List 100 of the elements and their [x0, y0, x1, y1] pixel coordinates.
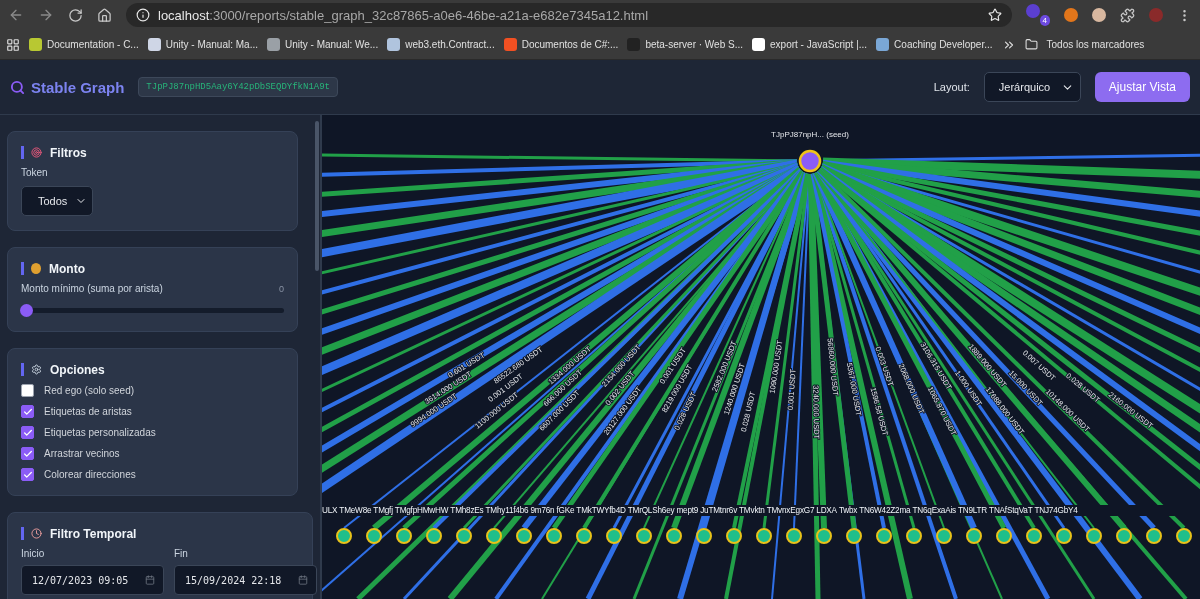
- graph-node[interactable]: [1146, 528, 1162, 544]
- node-label: TMgfj: [373, 506, 393, 515]
- graph-node[interactable]: [1056, 528, 1072, 544]
- extension-badge: 4: [1039, 15, 1050, 26]
- graph-node[interactable]: [816, 528, 832, 544]
- field-label: Monto mínimo (suma por arista): [21, 283, 163, 294]
- end-date-field[interactable]: 15/09/2024 22:18: [174, 565, 317, 595]
- graph-node[interactable]: [876, 528, 892, 544]
- node-label: TMrQLSh6ey: [627, 506, 675, 515]
- graph-node[interactable]: [966, 528, 982, 544]
- address-bar[interactable]: localhost:3000/reports/stable_graph_32c87865-a0e6-46be-a21a-e682e7345a12.html: [126, 3, 1012, 27]
- checkbox-label: Arrastrar vecinos: [44, 448, 120, 459]
- app-title: Stable Graph: [31, 78, 125, 96]
- info-icon: [136, 8, 150, 22]
- node-label: fGKe: [556, 506, 575, 515]
- graph-node[interactable]: [546, 528, 562, 544]
- node-label: TNJ74GbY4: [1034, 506, 1078, 515]
- graph-node[interactable]: [996, 528, 1012, 544]
- field-label: Inicio: [21, 548, 46, 559]
- graph-node[interactable]: [846, 528, 862, 544]
- node-label: mept9: [676, 506, 699, 515]
- layout-select[interactable]: Jerárquico: [983, 72, 1081, 102]
- node-label: TMh8zEs: [450, 506, 484, 515]
- token-select[interactable]: Todos: [21, 186, 93, 216]
- graph-node[interactable]: [726, 528, 742, 544]
- graph-node[interactable]: [336, 528, 352, 544]
- node-label: TN6qExaAis: [912, 506, 956, 515]
- graph-node[interactable]: [906, 528, 922, 544]
- bookmark[interactable]: export - JavaScript |...: [752, 38, 868, 51]
- graph-node[interactable]: [396, 528, 412, 544]
- folder-icon: [1024, 38, 1038, 51]
- star-icon: [988, 8, 1002, 22]
- all-bookmarks[interactable]: Todos los marcadores: [1046, 39, 1145, 50]
- clock-icon: [31, 528, 42, 539]
- graph-node[interactable]: [756, 528, 772, 544]
- bookmark[interactable]: Coaching Developer...: [876, 38, 993, 51]
- field-label: Token: [21, 167, 49, 178]
- bookmark[interactable]: Unity - Manual: Ma...: [147, 38, 258, 51]
- checkbox-label: Etiquetas personalizadas: [44, 427, 156, 438]
- url-text: localhost:3000/reports/stable_graph_32c87865-a0e6-46be-a21a-e682e7345a12.html: [158, 7, 649, 23]
- graph-node[interactable]: [606, 528, 622, 544]
- node-label: TMvktn: [739, 506, 765, 515]
- bookmark[interactable]: web3.eth.Contract...: [387, 38, 495, 51]
- graph-node[interactable]: [456, 528, 472, 544]
- node-label: LDXA: [816, 506, 837, 515]
- node-label: TMkTWYfb4D: [576, 506, 626, 515]
- panel-title: Opciones: [50, 362, 105, 377]
- graph-node[interactable]: [786, 528, 802, 544]
- slider-thumb[interactable]: [20, 304, 33, 317]
- checkbox-label: Colorear direcciones: [44, 469, 136, 480]
- checkbox[interactable]: [21, 384, 34, 397]
- search-icon: [10, 79, 25, 95]
- seed-label: TJpPJ87npH... (seed): [771, 130, 849, 139]
- node-label: TMeW8e: [339, 506, 372, 515]
- checkbox[interactable]: [21, 447, 34, 460]
- bookmark[interactable]: beta-server · Web S...: [627, 38, 744, 51]
- graph-node[interactable]: [1086, 528, 1102, 544]
- graph-node[interactable]: [1026, 528, 1042, 544]
- node-label: TMgfpHMwHW: [394, 506, 449, 515]
- target-icon: [31, 147, 42, 158]
- node-label: TN9LTR: [957, 506, 988, 515]
- bookmark[interactable]: Unity - Manual: We...: [267, 38, 379, 51]
- puzzle-icon: [1120, 7, 1135, 23]
- bookmark[interactable]: Documentation - C...: [29, 38, 139, 51]
- seed-node[interactable]: [798, 149, 822, 173]
- fit-view-button[interactable]: Ajustar Vista: [1094, 72, 1190, 102]
- graph-node[interactable]: [516, 528, 532, 544]
- apps-icon: [6, 37, 20, 52]
- panel-title: Filtros: [50, 145, 87, 160]
- graph-node[interactable]: [666, 528, 682, 544]
- home-icon: [97, 7, 112, 23]
- checkbox[interactable]: [21, 468, 34, 481]
- node-label: JuTMtnr6v: [700, 506, 738, 515]
- graph-node[interactable]: [1176, 528, 1192, 544]
- checkbox[interactable]: [21, 405, 34, 418]
- field-label: Fin: [174, 548, 189, 559]
- graph-node[interactable]: [576, 528, 592, 544]
- avatar-icon: [1149, 8, 1163, 22]
- bookmark[interactable]: Documentos de C#:...: [503, 38, 619, 51]
- graph-node[interactable]: [486, 528, 502, 544]
- node-label: Twbx: [838, 506, 858, 515]
- forward-icon: [38, 7, 54, 23]
- node-label: ULX: [322, 506, 338, 515]
- graph-node[interactable]: [696, 528, 712, 544]
- layout-label: Layout:: [933, 81, 970, 93]
- graph-node[interactable]: [1116, 528, 1132, 544]
- panel-title: Monto: [49, 261, 85, 276]
- graph-node[interactable]: [636, 528, 652, 544]
- calendar-icon: [145, 575, 155, 585]
- node-label: TMhy11f4b6: [485, 506, 529, 515]
- checkbox-label: Red ego (solo seed): [44, 385, 135, 396]
- gear-icon: [31, 364, 42, 375]
- reload-icon: [68, 7, 83, 23]
- graph-node[interactable]: [426, 528, 442, 544]
- panel-title: Filtro Temporal: [50, 526, 137, 541]
- graph-node[interactable]: [936, 528, 952, 544]
- seed-address: TJpPJ87npHD5Aay6Y42pDbSEQDYfkN1A9t: [138, 77, 338, 97]
- start-date-field[interactable]: 12/07/2023 09:05: [21, 565, 164, 595]
- checkbox[interactable]: [21, 426, 34, 439]
- graph-node[interactable]: [366, 528, 382, 544]
